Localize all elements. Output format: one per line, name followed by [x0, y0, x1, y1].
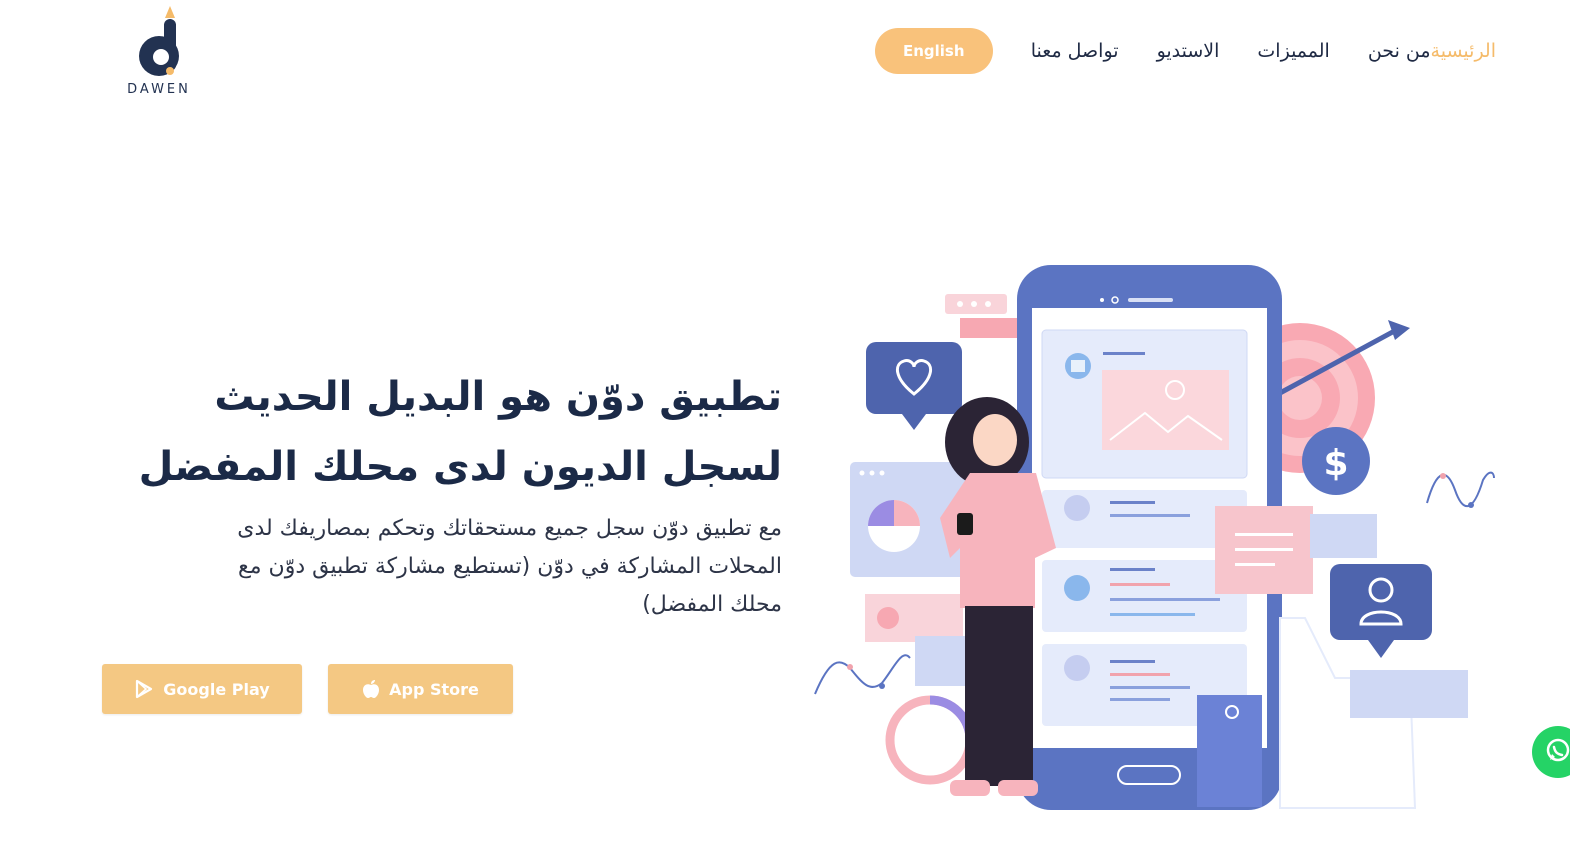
google-play-icon	[134, 679, 154, 699]
hero-subtitle: مع تطبيق دوّن سجل جميع مستحقاتك وتحكم بم…	[122, 510, 782, 624]
google-play-button[interactable]: Google Play	[102, 664, 302, 714]
hero-subtitle-line-2: المحلات المشاركة في دوّن (تستطيع مشاركة …	[238, 554, 782, 579]
hero-title-line-2: لسجل الديون لدى محلك المفضل	[138, 444, 782, 490]
nav-item-contact[interactable]: تواصل معنا	[1031, 40, 1119, 62]
hero-title-line-1: تطبيق دوّن هو البديل الحديث	[214, 374, 782, 420]
heart-icon	[866, 342, 962, 430]
shopping-bag-icon	[1071, 360, 1085, 372]
user-icon	[1330, 564, 1432, 658]
app-store-label: App Store	[389, 679, 479, 699]
apple-icon	[362, 679, 380, 699]
svg-text:$: $	[1323, 443, 1348, 484]
language-button[interactable]: English	[874, 28, 993, 74]
hero-title: تطبيق دوّن هو البديل الحديث لسجل الديون …	[62, 362, 782, 502]
nav-item-features[interactable]: المميزات	[1257, 40, 1329, 62]
brand-logo[interactable]: DAWEN	[124, 6, 194, 98]
nav-item-about[interactable]: من نحن	[1368, 40, 1431, 62]
hero-subtitle-line-1: مع تطبيق دوّن سجل جميع مستحقاتك وتحكم بم…	[237, 516, 782, 541]
dollar-icon: $	[1302, 427, 1370, 495]
app-store-button[interactable]: App Store	[328, 664, 513, 714]
whatsapp-icon	[1544, 736, 1570, 768]
whatsapp-button[interactable]	[1532, 726, 1570, 778]
hero-illustration: $	[810, 258, 1510, 818]
brand-name: DAWEN	[127, 82, 191, 97]
nav-item-studio[interactable]: الاستديو	[1157, 40, 1220, 62]
nav-item-home[interactable]: الرئيسية	[1431, 40, 1496, 62]
dawen-logo-icon	[139, 6, 179, 76]
main-nav: الرئيسية من نحن المميزات الاستديو تواصل …	[855, 28, 1496, 74]
google-play-label: Google Play	[163, 679, 270, 699]
hero-subtitle-line-3: محلك المفضل)	[642, 592, 782, 617]
